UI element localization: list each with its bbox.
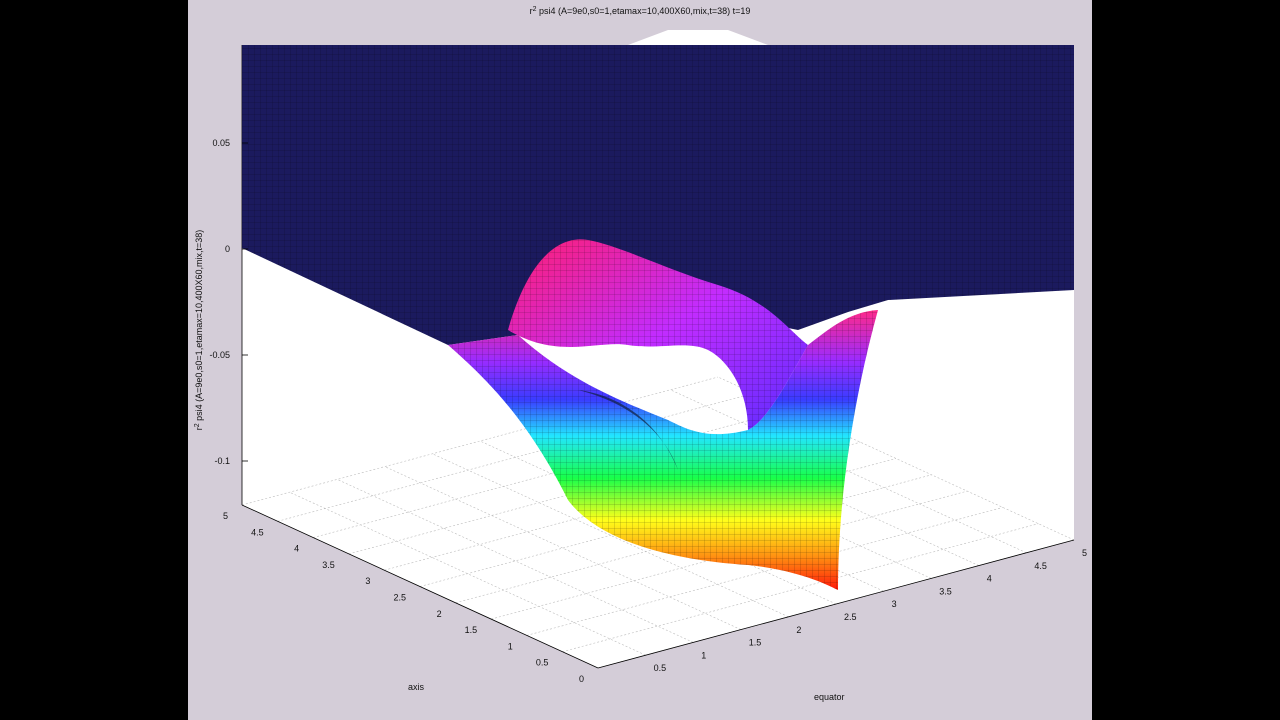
- y-tick-label: 0.5: [654, 663, 667, 673]
- x-tick-label: 0.5: [536, 658, 549, 668]
- y-tick-label: 1.5: [749, 638, 762, 648]
- z-axis-label: r2 psi4 (A=9e0,s0=1,etamax=10,400X60,mix…: [194, 230, 205, 431]
- surface-plot: r2 psi4 (A=9e0,s0=1,etamax=10,400X60,mix…: [194, 6, 1088, 703]
- chart-title: r2 psi4 (A=9e0,s0=1,etamax=10,400X60,mix…: [530, 6, 751, 17]
- x-tick-label: 4: [294, 544, 299, 554]
- y-tick-label: 1: [701, 650, 706, 660]
- y-tick-label: 3.5: [939, 586, 952, 596]
- surface-tip: [628, 30, 768, 45]
- x-tick-label: 2: [437, 609, 442, 619]
- x-axis-label: axis: [408, 682, 425, 692]
- x-tick-label: 4.5: [251, 527, 264, 537]
- x-tick-label: 3: [365, 576, 370, 586]
- figure-window: r2 psi4 (A=9e0,s0=1,etamax=10,400X60,mix…: [188, 0, 1092, 720]
- x-tick-label: 1.5: [465, 625, 478, 635]
- y-tick-label: 2.5: [844, 612, 857, 622]
- y-tick-label: 4: [987, 574, 992, 584]
- z-tick-label: -0.1: [214, 456, 230, 466]
- y-axis-label: equator: [814, 692, 845, 702]
- z-tick-label: 0: [225, 244, 230, 254]
- y-tick-label: 2: [796, 625, 801, 635]
- z-tick-label: -0.05: [209, 350, 230, 360]
- z-tick-label: 0.05: [212, 138, 230, 148]
- zlabel-text: psi4 (A=9e0,s0=1,etamax=10,400X60,mix,t=…: [194, 230, 204, 424]
- x-tick-label: 1: [508, 641, 513, 651]
- title-text: psi4 (A=9e0,s0=1,etamax=10,400X60,mix,t=…: [537, 6, 751, 16]
- x-tick-label: 0: [579, 674, 584, 684]
- x-tick-label: 3.5: [322, 560, 335, 570]
- y-tick-label: 3: [892, 599, 897, 609]
- x-tick-label: 5: [223, 511, 228, 521]
- x-tick-label: 2.5: [393, 593, 406, 603]
- y-tick-label: 5: [1082, 548, 1087, 558]
- y-tick-label: 4.5: [1034, 561, 1047, 571]
